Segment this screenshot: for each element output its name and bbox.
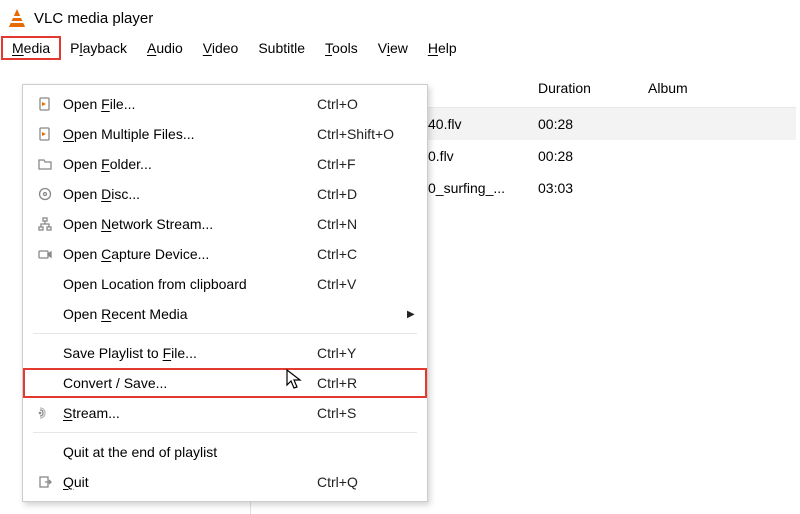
- menu-item-shortcut: Ctrl+R: [317, 375, 407, 391]
- media-menu-item[interactable]: Open Recent Media ▶: [23, 299, 427, 329]
- menu-playback[interactable]: Playback: [60, 37, 137, 59]
- menu-item-label: Open Location from clipboard: [63, 276, 317, 292]
- stream-icon: [27, 405, 63, 421]
- file-icon: [27, 126, 63, 142]
- submenu-arrow-icon: ▶: [407, 309, 423, 320]
- cell-duration: 00:28: [538, 148, 648, 164]
- capture-icon: [27, 246, 63, 262]
- menu-item-shortcut: Ctrl+Y: [317, 345, 407, 361]
- menu-tools[interactable]: Tools: [315, 37, 368, 59]
- menu-item-shortcut: Ctrl+S: [317, 405, 407, 421]
- menu-item-label: Open Folder...: [63, 156, 317, 172]
- menu-help[interactable]: Help: [418, 37, 467, 59]
- app-title: VLC media player: [34, 10, 153, 27]
- media-menu-item[interactable]: Open Folder...Ctrl+F: [23, 149, 427, 179]
- media-menu-item[interactable]: Open Location from clipboardCtrl+V: [23, 269, 427, 299]
- menu-item-shortcut: Ctrl+C: [317, 246, 407, 262]
- media-menu-item[interactable]: Open File...Ctrl+O: [23, 89, 427, 119]
- menu-item-label: Open Recent Media: [63, 306, 317, 322]
- menu-item-label: Open Multiple Files...: [63, 126, 317, 142]
- menu-item-label: Open Network Stream...: [63, 216, 317, 232]
- folder-icon: [27, 156, 63, 172]
- menu-item-label: Save Playlist to File...: [63, 345, 317, 361]
- media-dropdown: Open File...Ctrl+OOpen Multiple Files...…: [22, 84, 428, 502]
- menu-item-shortcut: Ctrl+Q: [317, 474, 407, 490]
- media-menu-item[interactable]: Open Network Stream...Ctrl+N: [23, 209, 427, 239]
- menu-item-label: Open Disc...: [63, 186, 317, 202]
- vlc-logo-icon: [8, 9, 26, 27]
- menu-view[interactable]: View: [368, 37, 418, 59]
- media-menu-item[interactable]: Quit at the end of playlist: [23, 437, 427, 467]
- titlebar: VLC media player: [0, 0, 800, 36]
- menu-audio[interactable]: Audio: [137, 37, 193, 59]
- col-album[interactable]: Album: [648, 80, 788, 96]
- menubar: MediaPlaybackAudioVideoSubtitleToolsView…: [0, 36, 800, 64]
- menu-item-shortcut: Ctrl+F: [317, 156, 407, 172]
- media-menu-item[interactable]: QuitCtrl+Q: [23, 467, 427, 497]
- cell-duration: 03:03: [538, 180, 648, 196]
- menu-item-shortcut: Ctrl+D: [317, 186, 407, 202]
- menu-subtitle[interactable]: Subtitle: [248, 37, 315, 59]
- menu-item-label: Stream...: [63, 405, 317, 421]
- menu-item-label: Quit: [63, 474, 317, 490]
- media-menu-item[interactable]: Stream...Ctrl+S: [23, 398, 427, 428]
- menu-item-label: Quit at the end of playlist: [63, 444, 317, 460]
- menu-video[interactable]: Video: [193, 37, 249, 59]
- menu-separator: [33, 432, 417, 433]
- quit-icon: [27, 474, 63, 490]
- menu-item-label: Open File...: [63, 96, 317, 112]
- menu-media[interactable]: Media: [2, 37, 60, 59]
- menu-item-label: Open Capture Device...: [63, 246, 317, 262]
- menu-item-shortcut: Ctrl+N: [317, 216, 407, 232]
- media-menu-item[interactable]: Open Disc...Ctrl+D: [23, 179, 427, 209]
- media-menu-item[interactable]: Save Playlist to File...Ctrl+Y: [23, 338, 427, 368]
- menu-item-shortcut: Ctrl+Shift+O: [317, 126, 407, 142]
- menu-item-shortcut: Ctrl+O: [317, 96, 407, 112]
- file-icon: [27, 96, 63, 112]
- menu-item-shortcut: Ctrl+V: [317, 276, 407, 292]
- cell-duration: 00:28: [538, 116, 648, 132]
- menu-item-label: Convert / Save...: [63, 375, 317, 391]
- media-menu-item[interactable]: Open Multiple Files...Ctrl+Shift+O: [23, 119, 427, 149]
- network-icon: [27, 216, 63, 232]
- media-menu-item[interactable]: Open Capture Device...Ctrl+C: [23, 239, 427, 269]
- menu-separator: [33, 333, 417, 334]
- disc-icon: [27, 186, 63, 202]
- col-duration[interactable]: Duration: [538, 80, 648, 96]
- media-menu-item[interactable]: Convert / Save...Ctrl+R: [23, 368, 427, 398]
